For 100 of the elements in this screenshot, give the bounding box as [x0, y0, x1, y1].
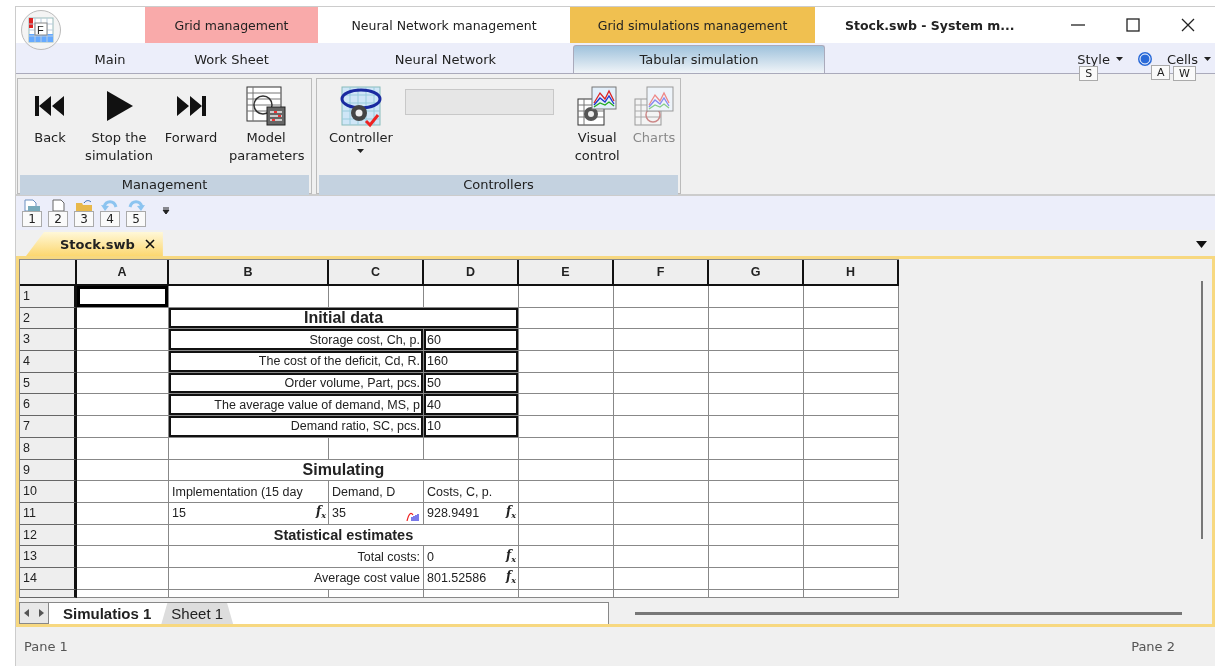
keytip: A [1150, 65, 1171, 80]
table-cell: Implementation (15 day [169, 481, 329, 503]
context-tab-group: Grid management [145, 7, 318, 43]
section-heading-cell: Simulating [169, 459, 519, 482]
row-header[interactable]: 11 [20, 502, 77, 525]
column-header[interactable]: F [614, 260, 709, 286]
ribbon-tab[interactable]: Work Sheet [145, 45, 318, 73]
row-header[interactable]: 6 [20, 394, 77, 417]
table-cell: 10 [424, 416, 519, 438]
formula-icon: f$_{x}$ [506, 569, 516, 588]
ribbon-tab[interactable]: Tabular simulation [573, 45, 825, 73]
close-icon[interactable] [144, 239, 155, 249]
formula-icon: f$_{x}$ [506, 547, 516, 566]
section-heading-cell: Statistical estimates [169, 524, 519, 547]
table-cell: 40 [424, 394, 519, 417]
cells-menu-button[interactable]: Cells [1166, 51, 1198, 67]
select-all-corner[interactable] [20, 260, 77, 286]
spreadsheet-icon [27, 16, 55, 44]
row-header[interactable]: 8 [20, 437, 77, 460]
customize-toolbar-icon[interactable] [162, 207, 170, 215]
row-header[interactable]: 1 [20, 286, 77, 308]
folder-icon[interactable] [75, 199, 93, 211]
row-header[interactable] [20, 589, 77, 598]
table-cell: 50 [424, 372, 519, 395]
column-header[interactable]: H [804, 260, 899, 286]
table-cell: 928.9491 f$_{x}$ [424, 502, 519, 525]
maximize-icon[interactable] [1124, 17, 1141, 33]
table-cell: Storage cost, Ch, p. [169, 329, 424, 352]
table-cell: 60 [424, 329, 519, 352]
scrollbar-thumb[interactable] [635, 611, 1182, 615]
keytip: 4 [100, 211, 120, 227]
row-header[interactable]: 3 [20, 329, 77, 352]
caret-icon [1115, 57, 1123, 61]
row-header[interactable]: 7 [20, 416, 77, 438]
row-header[interactable]: 12 [20, 524, 77, 547]
status-pane-text: Pane 1 [24, 639, 68, 654]
keytip: S [1079, 65, 1099, 81]
sheet-settings-icon [245, 83, 287, 129]
table-cell: Demand, D [329, 481, 424, 503]
caret-icon [1204, 57, 1211, 61]
column-header[interactable]: C [329, 260, 424, 286]
ribbon-button[interactable]: Visual control [566, 83, 629, 175]
chart-sheet-icon [576, 83, 619, 129]
table-cell: Total costs: [169, 546, 424, 568]
document-tab[interactable]: Stock.swb [26, 232, 163, 256]
formula-icon: f$_{x}$ [316, 504, 326, 523]
row-header[interactable]: 13 [20, 546, 77, 568]
table-cell: 801.52586 f$_{x}$ [424, 567, 519, 590]
column-header[interactable]: D [424, 260, 519, 286]
row-header[interactable]: 5 [20, 372, 77, 395]
column-header[interactable]: B [169, 260, 329, 286]
chart-sheet-icon [633, 83, 676, 129]
table-cell: 15 f$_{x}$ [169, 502, 329, 525]
status-pane-text: Pane 2 [1131, 639, 1175, 654]
table-cell: 35 [329, 502, 424, 525]
ribbon-button[interactable]: Model parameters [226, 83, 306, 175]
row-header[interactable]: 9 [20, 459, 77, 482]
column-header[interactable]: G [709, 260, 804, 286]
row-header[interactable]: 10 [20, 481, 77, 503]
sheet-tab[interactable]: Sheet 1 [161, 603, 234, 624]
column-header[interactable]: A [77, 260, 169, 286]
ribbon-group-label: Controllers [319, 175, 678, 195]
keytip: 3 [74, 211, 94, 227]
ribbon-button[interactable]: Back [18, 83, 82, 175]
ribbon-button[interactable]: Controller [317, 83, 405, 175]
row-header[interactable]: 4 [20, 351, 77, 373]
keytip: W [1172, 65, 1196, 81]
app-menu-button[interactable]: F [21, 10, 61, 50]
dropdown-arrow-icon[interactable] [1196, 241, 1207, 248]
new-document-icon[interactable] [23, 199, 41, 211]
column-header[interactable]: E [519, 260, 614, 286]
table-cell: 0 f$_{x}$ [424, 546, 519, 568]
section-heading-cell: Initial data [169, 307, 519, 330]
table-cell: Order volume, Part, pcs. [169, 372, 424, 395]
ribbon-tab[interactable]: Neural Network [318, 45, 573, 73]
keytip: 5 [126, 211, 146, 227]
ribbon-button[interactable]: Forward [156, 83, 226, 175]
keytip: 1 [22, 211, 42, 227]
app-button-letter: F [37, 24, 44, 36]
table-cell: Costs, C, p. [424, 481, 519, 503]
context-tab-group: Grid simulations management [570, 7, 815, 43]
ribbon-tab[interactable]: Main [75, 45, 145, 73]
document-icon[interactable] [49, 199, 67, 211]
ribbon-group-label: Management [20, 175, 309, 195]
table-cell: The cost of the deficit, Cd, R. [169, 351, 424, 373]
ribbon-button[interactable]: Stop the simulation [82, 83, 156, 175]
help-icon[interactable] [1136, 51, 1153, 67]
close-icon[interactable] [1179, 17, 1196, 33]
scrollbar-thumb[interactable] [1200, 281, 1203, 539]
table-cell: 160 [424, 351, 519, 373]
row-header[interactable]: 2 [20, 307, 77, 330]
window-title: Stock.swb - System m... [844, 16, 1016, 35]
keytip: 2 [48, 211, 68, 227]
formula-icon: f$_{x}$ [506, 504, 516, 523]
row-header[interactable]: 14 [20, 567, 77, 590]
table-cell: The average value of demand, MS, p [169, 394, 424, 417]
style-menu-button[interactable]: Style [1077, 51, 1110, 67]
table-cell: Demand ratio, SC, pcs. [169, 416, 424, 438]
table-cell: Average cost value [169, 567, 424, 590]
table-cell[interactable] [77, 286, 169, 308]
